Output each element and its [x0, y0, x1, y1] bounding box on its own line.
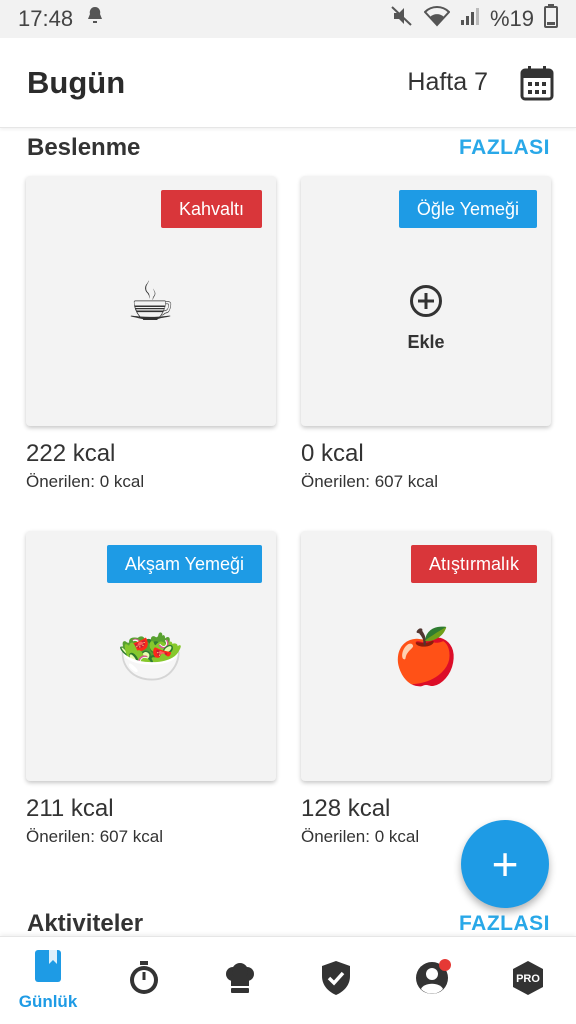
- add-circle-icon: [409, 284, 443, 318]
- stopwatch-icon: [128, 960, 160, 1001]
- meal-recommended-dinner: Önerilen: 607 kcal: [26, 827, 164, 846]
- nav-item-pro[interactable]: PRO: [483, 960, 573, 1001]
- meal-recommended-breakfast: Önerilen: 0 kcal: [26, 472, 145, 491]
- salad-icon: 🥗: [117, 627, 185, 687]
- meal-kcal-dinner: 211 kcal: [26, 795, 114, 822]
- chef-hat-icon: [224, 962, 256, 999]
- section-title-activities: Aktiviteler: [27, 910, 144, 937]
- notification-dot: [439, 959, 451, 971]
- plus-icon: +: [491, 838, 519, 890]
- mute-icon: [390, 5, 414, 33]
- nutrition-section-header: Beslenme FAZLASI: [27, 134, 550, 162]
- nav-label-diary: Günlük: [18, 992, 78, 1011]
- meal-kcal-snack: 128 kcal: [301, 795, 391, 822]
- week-label[interactable]: Hafta 7: [407, 68, 488, 97]
- meal-lunch: Öğle Yemeği Ekle 0 kcal Önerilen: 607 kc…: [301, 176, 551, 492]
- wifi-icon: [423, 5, 451, 33]
- calendar-icon[interactable]: [520, 65, 554, 101]
- meal-badge-lunch: Öğle Yemeği: [398, 190, 537, 228]
- add-fab-button[interactable]: +: [461, 820, 549, 908]
- add-meal-button[interactable]: Ekle: [301, 284, 551, 353]
- status-bar: 17:48 %19: [0, 0, 576, 38]
- meal-card-breakfast[interactable]: Kahvaltı ☕: [26, 176, 276, 426]
- battery-percent: %19: [489, 6, 534, 31]
- apple-icon: 🍎: [392, 627, 460, 687]
- activities-more-link[interactable]: FAZLASI: [459, 912, 550, 936]
- meal-breakfast: Kahvaltı ☕ 222 kcal Önerilen: 0 kcal: [26, 176, 276, 492]
- meal-badge-snack: Atıştırmalık: [410, 545, 537, 583]
- nav-item-goals[interactable]: [291, 960, 381, 1001]
- meal-badge-dinner: Akşam Yemeği: [106, 545, 262, 583]
- meal-kcal-lunch: 0 kcal: [301, 440, 364, 467]
- nav-item-timer[interactable]: [99, 960, 189, 1001]
- meal-snack: Atıştırmalık 🍎 128 kcal Önerilen: 0 kcal: [301, 531, 551, 847]
- activities-section-header: Aktiviteler FAZLASI: [27, 910, 550, 938]
- meal-card-lunch[interactable]: Öğle Yemeği Ekle: [301, 176, 551, 426]
- status-time: 17:48: [18, 6, 74, 31]
- section-title-nutrition: Beslenme: [27, 134, 141, 161]
- app-bar: Bugün Hafta 7: [0, 38, 576, 128]
- nav-item-diary[interactable]: Günlük: [3, 949, 93, 1012]
- nav-item-profile[interactable]: [387, 959, 477, 1000]
- shield-check-icon: [320, 960, 352, 1001]
- meal-dinner: Akşam Yemeği 🥗 211 kcal Önerilen: 607 kc…: [26, 531, 276, 847]
- meal-kcal-breakfast: 222 kcal: [26, 440, 116, 467]
- meal-card-dinner[interactable]: Akşam Yemeği 🥗: [26, 531, 276, 781]
- diary-icon: [33, 949, 63, 988]
- nutrition-more-link[interactable]: FAZLASI: [459, 136, 550, 160]
- signal-icon: [460, 5, 480, 33]
- coffee-icon: ☕: [126, 272, 176, 332]
- meal-card-snack[interactable]: Atıştırmalık 🍎: [301, 531, 551, 781]
- meal-recommended-lunch: Önerilen: 607 kcal: [301, 472, 439, 491]
- pro-text: PRO: [516, 973, 540, 985]
- meal-badge-breakfast: Kahvaltı: [160, 190, 262, 228]
- bottom-nav: Günlük PRO: [0, 936, 576, 1024]
- page-title: Bugün: [27, 64, 126, 100]
- add-meal-label: Ekle: [407, 332, 445, 352]
- nav-item-recipes[interactable]: [195, 962, 285, 999]
- notification-icon: [85, 5, 105, 33]
- pro-badge-icon: PRO: [511, 960, 545, 1001]
- battery-icon: [544, 4, 558, 34]
